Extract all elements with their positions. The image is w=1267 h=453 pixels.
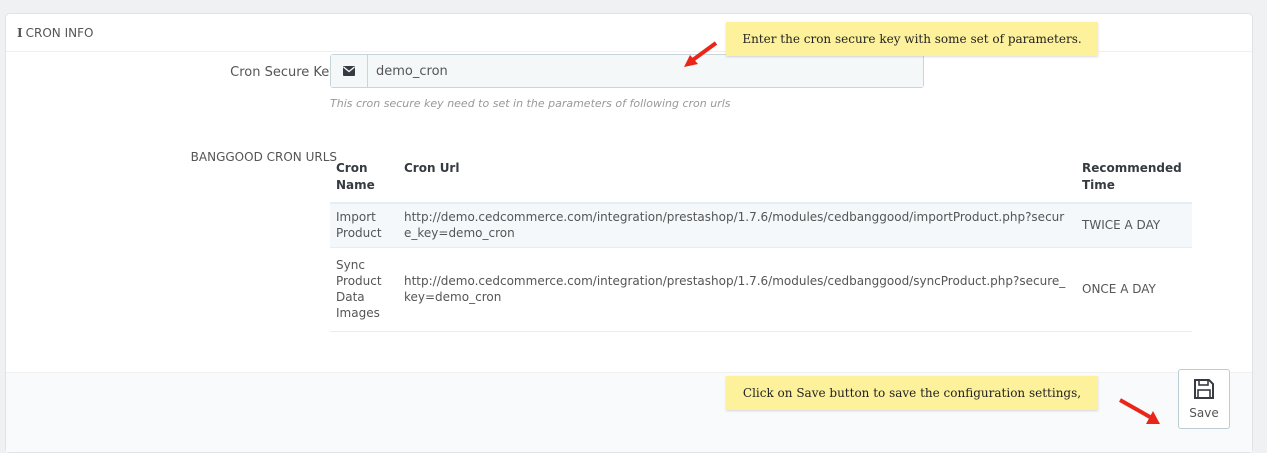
table-row: Sync Product Data Images http://demo.ced… — [330, 247, 1192, 332]
recommended-time-cell: ONCE A DAY — [1076, 247, 1192, 332]
save-button-label: Save — [1189, 406, 1219, 420]
column-header-url: Cron Url — [398, 152, 1076, 204]
column-header-time: Recommended Time — [1076, 152, 1192, 204]
column-header-name: Cron Name — [330, 152, 398, 204]
envelope-icon — [331, 55, 368, 87]
secure-key-input[interactable] — [368, 55, 923, 87]
arrow-icon-bottom — [1119, 398, 1160, 424]
secure-key-label: Cron Secure Key — [230, 65, 337, 80]
cron-urls-label: BANGGOOD CRON URLS — [190, 150, 337, 164]
callout-save: Click on Save button to save the configu… — [726, 376, 1098, 410]
table-header-row: Cron Name Cron Url Recommended Time — [330, 152, 1192, 204]
callout-secure-key: Enter the cron secure key with some set … — [726, 22, 1098, 56]
info-icon: i — [17, 25, 23, 40]
recommended-time-cell: TWICE A DAY — [1076, 203, 1192, 248]
cron-url-cell: http://demo.cedcommerce.com/integration/… — [398, 203, 1076, 248]
secure-key-input-group — [330, 54, 924, 88]
save-button[interactable]: Save — [1178, 369, 1230, 429]
table-row: Import Product http://demo.cedcommerce.c… — [330, 203, 1192, 248]
panel-title: CRON INFO — [25, 25, 94, 40]
cron-urls-table: Cron Name Cron Url Recommended Time Impo… — [330, 152, 1192, 332]
cron-url-cell: http://demo.cedcommerce.com/integration/… — [398, 247, 1076, 332]
arrow-icon-top — [684, 41, 718, 67]
floppy-disk-icon — [1193, 378, 1215, 403]
cron-name-cell: Import Product — [330, 203, 398, 248]
cron-name-cell: Sync Product Data Images — [330, 247, 398, 332]
secure-key-help-text: This cron secure key need to set in the … — [330, 97, 731, 110]
